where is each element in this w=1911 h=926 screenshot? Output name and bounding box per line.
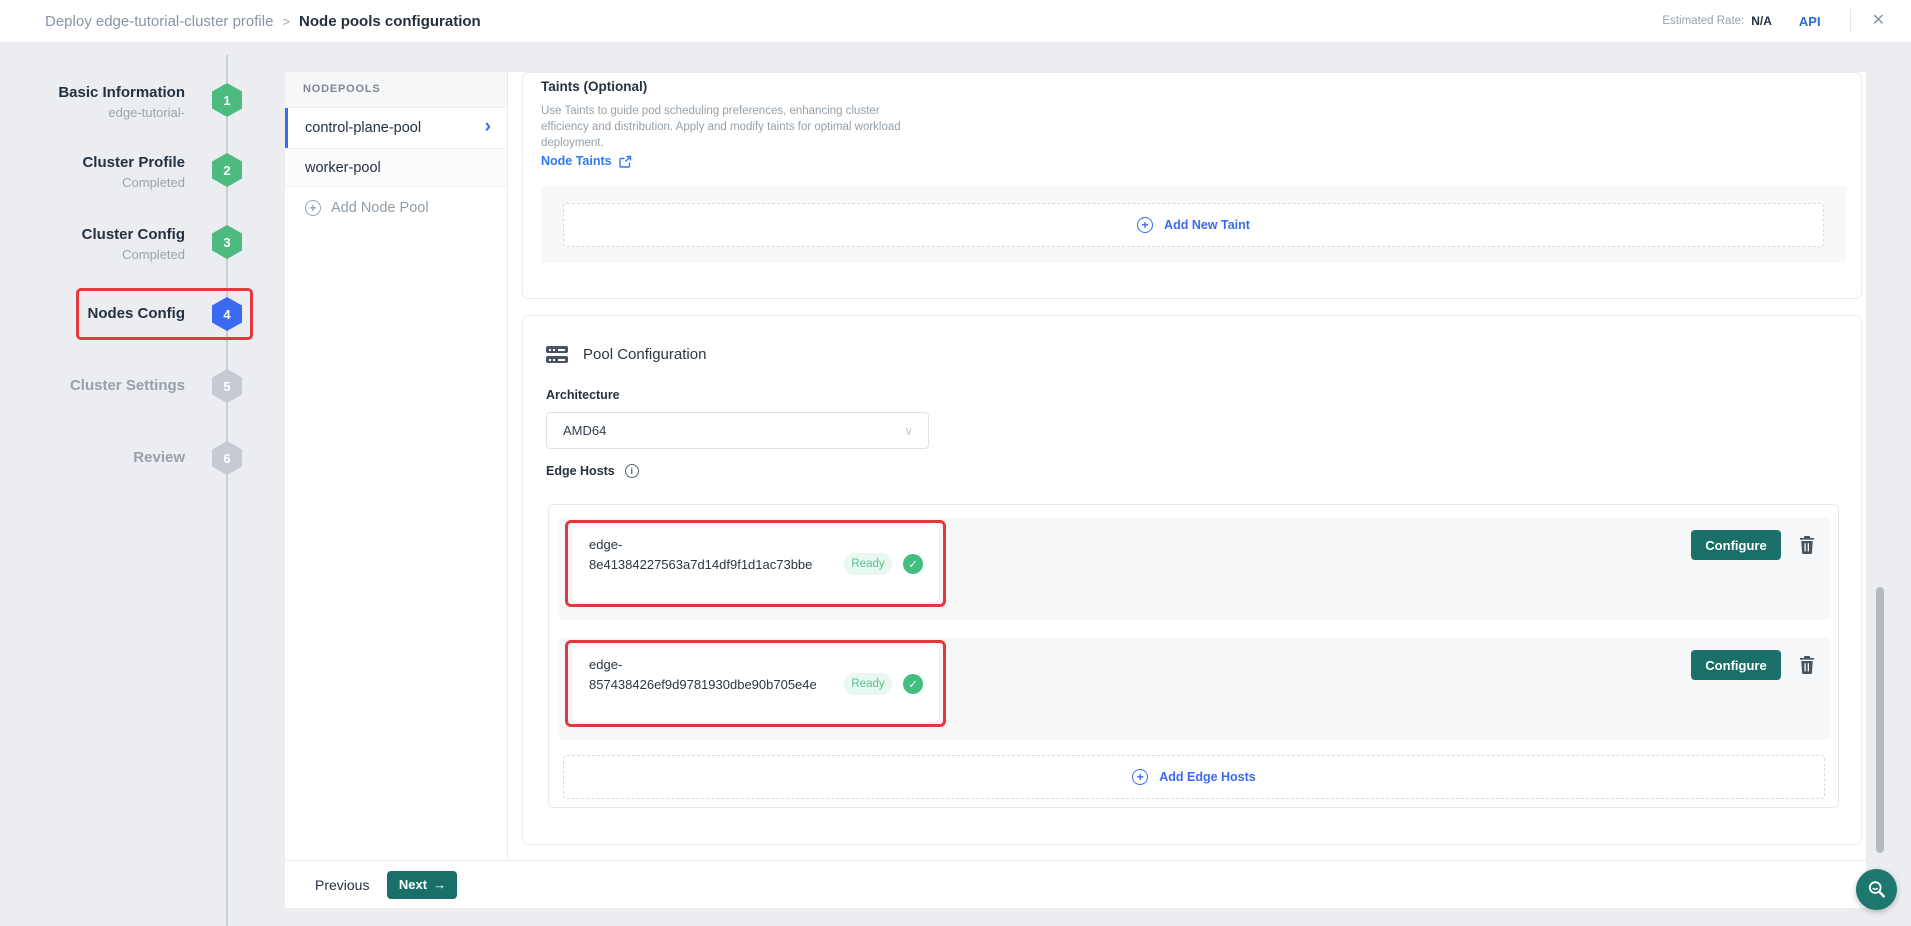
node-taints-link[interactable]: Node Taints — [541, 154, 632, 168]
step-nodes-config[interactable]: Nodes Config — [0, 304, 185, 324]
next-button[interactable]: Next → — [387, 871, 457, 899]
deploy-cluster-wizard: Deploy edge-tutorial-cluster profile > N… — [0, 0, 1911, 926]
info-icon[interactable]: i — [625, 464, 639, 478]
topbar-right-controls: Estimated Rate: N/A API ✕ — [1662, 0, 1889, 42]
step-6-badge[interactable]: 6 — [212, 441, 242, 475]
step-2-badge[interactable]: 2 — [212, 153, 242, 187]
add-edge-hosts-button[interactable]: + Add Edge Hosts — [563, 755, 1825, 799]
top-header-bar: Deploy edge-tutorial-cluster profile > N… — [0, 0, 1911, 43]
architecture-label: Architecture — [546, 388, 620, 402]
close-icon[interactable]: ✕ — [1868, 11, 1889, 31]
edge-host-card[interactable]: edge- 857438426ef9d9781930dbe90b705e4e R… — [572, 645, 939, 723]
edge-host-row: edge- 857438426ef9d9781930dbe90b705e4e R… — [559, 637, 1831, 740]
check-circle-icon: ✓ — [903, 674, 923, 694]
edge-hosts-label-row: Edge Hosts i — [546, 464, 639, 478]
plus-circle-icon: + — [305, 200, 321, 216]
api-link[interactable]: API — [1799, 14, 1821, 29]
edge-host-card[interactable]: edge- 8e41384227563a7d14df9f1d1ac73bbe R… — [572, 525, 939, 603]
nodepools-sidebar: NODEPOOLS control-plane-pool › worker-po… — [285, 72, 508, 860]
step-1-badge[interactable]: 1 — [212, 83, 242, 117]
step-cluster-profile[interactable]: Cluster Profile Completed — [0, 153, 185, 193]
plus-circle-icon: + — [1137, 217, 1153, 233]
pool-configuration-header: Pool Configuration — [546, 346, 706, 363]
status-badge: Ready — [844, 673, 892, 695]
estimated-rate-label: Estimated Rate: — [1662, 15, 1744, 27]
breadcrumb: Deploy edge-tutorial-cluster profile > N… — [45, 0, 481, 42]
wizard-footer: Previous Next → — [285, 860, 1866, 908]
taints-list-area: + Add New Taint — [541, 186, 1846, 263]
step-5-badge[interactable]: 5 — [212, 369, 242, 403]
edge-host-name: edge- 857438426ef9d9781930dbe90b705e4e — [589, 655, 839, 695]
nodepools-header: NODEPOOLS — [285, 72, 507, 108]
configure-button[interactable]: Configure — [1691, 650, 1781, 680]
breadcrumb-separator: > — [282, 14, 290, 29]
edge-host-name: edge- 8e41384227563a7d14df9f1d1ac73bbe — [589, 535, 839, 575]
status-badge: Ready — [844, 553, 892, 575]
step-review[interactable]: Review — [0, 448, 185, 468]
pool-configuration-title: Pool Configuration — [583, 346, 706, 363]
server-rack-icon — [546, 346, 568, 363]
nodepool-config-content: Taints (Optional) Use Taints to guide po… — [508, 72, 1866, 860]
trash-icon[interactable] — [1799, 656, 1815, 674]
step-cluster-settings[interactable]: Cluster Settings — [0, 376, 185, 396]
pool-configuration-card: Pool Configuration Architecture AMD64 ∨ … — [522, 315, 1862, 845]
edge-hosts-label: Edge Hosts — [546, 464, 615, 478]
edge-host-row: edge- 8e41384227563a7d14df9f1d1ac73bbe R… — [559, 517, 1831, 620]
taints-section-title: Taints (Optional) — [541, 79, 647, 94]
chevron-right-icon: › — [485, 116, 491, 138]
estimated-rate-value: N/A — [1751, 14, 1772, 28]
step-basic-information[interactable]: Basic Information edge-tutorial- — [0, 83, 185, 123]
plus-circle-icon: + — [1132, 769, 1148, 785]
main-panel: NODEPOOLS control-plane-pool › worker-po… — [285, 72, 1866, 908]
topbar-divider — [1850, 9, 1851, 33]
edge-hosts-container: edge- 8e41384227563a7d14df9f1d1ac73bbe R… — [548, 504, 1839, 808]
scrollbar-thumb[interactable] — [1876, 587, 1884, 853]
estimated-rate: Estimated Rate: N/A — [1662, 14, 1772, 28]
previous-button[interactable]: Previous — [315, 877, 369, 893]
external-link-icon — [619, 155, 632, 168]
breadcrumb-deploy-profile: Deploy edge-tutorial-cluster profile — [45, 13, 273, 30]
help-search-button[interactable] — [1856, 869, 1897, 910]
chevron-down-icon: ∨ — [904, 424, 913, 438]
arrow-right-icon: → — [433, 877, 446, 892]
add-node-pool-button[interactable]: + Add Node Pool — [285, 187, 507, 229]
step-4-badge[interactable]: 4 — [212, 297, 242, 331]
trash-icon[interactable] — [1799, 536, 1815, 554]
nodepool-item-worker-pool[interactable]: worker-pool — [285, 149, 507, 187]
step-3-badge[interactable]: 3 — [212, 225, 242, 259]
taints-description: Use Taints to guide pod scheduling prefe… — [541, 103, 913, 151]
check-circle-icon: ✓ — [903, 554, 923, 574]
taints-card: Taints (Optional) Use Taints to guide po… — [522, 72, 1862, 299]
magnifier-smile-icon — [1866, 879, 1888, 901]
step-cluster-config[interactable]: Cluster Config Completed — [0, 225, 185, 265]
page-title: Node pools configuration — [299, 13, 481, 30]
architecture-select[interactable]: AMD64 ∨ — [546, 412, 929, 449]
nodepool-item-control-plane-pool[interactable]: control-plane-pool › — [285, 108, 507, 149]
add-new-taint-button[interactable]: + Add New Taint — [563, 203, 1824, 247]
configure-button[interactable]: Configure — [1691, 530, 1781, 560]
